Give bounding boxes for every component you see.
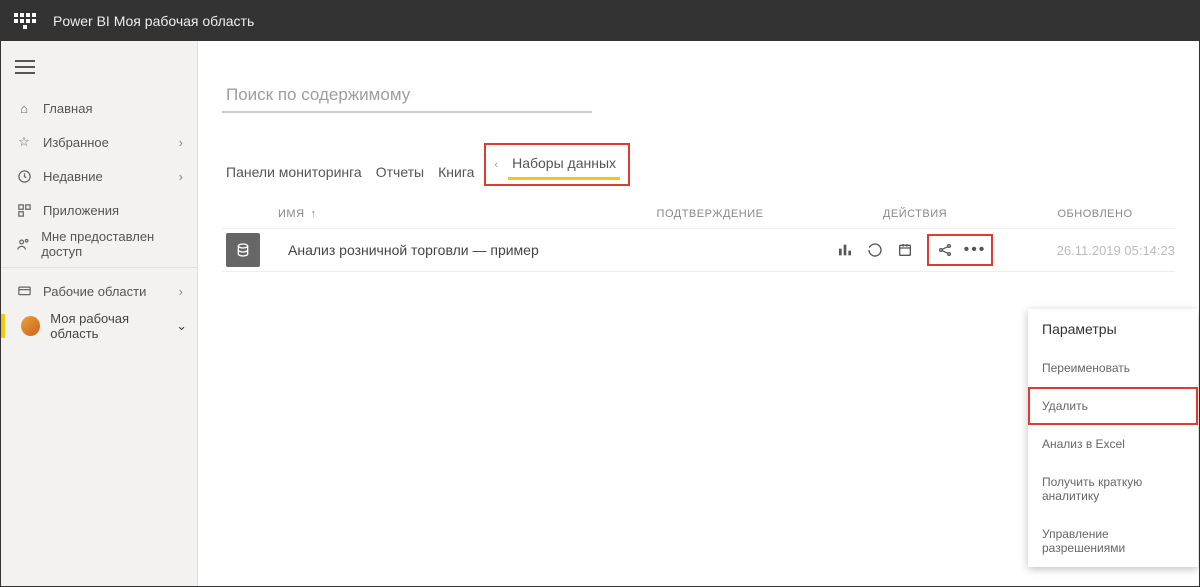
active-indicator (1, 314, 5, 338)
main-content: Панели мониторинга Отчеты Книга ‹ Наборы… (198, 41, 1199, 586)
tab-workbooks[interactable]: Книга (434, 158, 478, 186)
menu-rename[interactable]: Переименовать (1028, 349, 1198, 387)
menu-permissions[interactable]: Управление разрешениями (1028, 515, 1198, 567)
dataset-row[interactable]: Анализ розничной торговли — пример ••• (222, 228, 1175, 272)
chevron-right-icon: › (179, 284, 183, 299)
menu-delete[interactable]: Удалить (1028, 387, 1198, 425)
create-report-icon[interactable] (837, 242, 853, 258)
nav-label: Мне предоставлен доступ (41, 229, 183, 259)
menu-toggle-icon[interactable] (15, 49, 51, 85)
row-actions: ••• (815, 234, 1015, 266)
apps-icon (15, 201, 33, 219)
chevron-right-icon: › (179, 135, 183, 150)
nav-home[interactable]: ⌂ Главная (1, 91, 197, 125)
highlight-box: ••• (927, 234, 993, 266)
nav-label: Приложения (43, 203, 119, 218)
star-icon: ☆ (15, 133, 33, 151)
tab-dashboards[interactable]: Панели мониторинга (222, 158, 366, 186)
nav-recent[interactable]: Недавние › (1, 159, 197, 193)
nav-label: Главная (43, 101, 92, 116)
tab-datasets[interactable]: Наборы данных (508, 149, 620, 180)
dataset-icon (226, 233, 260, 267)
search-input[interactable] (222, 79, 592, 113)
app-launcher-icon[interactable] (13, 9, 37, 33)
highlight-box: ‹ Наборы данных (484, 143, 630, 186)
chevron-down-icon: ⌄ (176, 318, 187, 334)
nav-apps[interactable]: Приложения (1, 193, 197, 227)
dataset-name[interactable]: Анализ розничной торговли — пример (270, 242, 605, 258)
nav-label: Рабочие области (43, 284, 146, 299)
top-bar: Power BI Моя рабочая область (1, 1, 1199, 41)
home-icon: ⌂ (15, 99, 33, 117)
nav-label: Недавние (43, 169, 103, 184)
current-workspace[interactable]: Моя рабочая область ⌄ (1, 308, 197, 344)
column-actions: ДЕЙСТВИЯ (815, 208, 1015, 220)
updated-timestamp: 26.11.2019 05:14:23 (1015, 243, 1175, 258)
more-options-icon[interactable]: ••• (967, 242, 983, 258)
workspaces-icon (15, 282, 33, 300)
clock-icon (15, 167, 33, 185)
tab-reports[interactable]: Отчеты (372, 158, 428, 186)
shared-icon (15, 235, 31, 253)
related-icon[interactable] (937, 242, 953, 258)
separator (1, 267, 197, 268)
sidebar: ⌂ Главная ☆ Избранное › Недавние › Прило… (1, 41, 198, 586)
schedule-refresh-icon[interactable] (897, 242, 913, 258)
nav-workspaces[interactable]: Рабочие области › (1, 274, 197, 308)
menu-quick-insights[interactable]: Получить краткую аналитику (1028, 463, 1198, 515)
app-title: Power BI Моя рабочая область (53, 13, 254, 29)
nav-label: Избранное (43, 135, 109, 150)
menu-analyze-excel[interactable]: Анализ в Excel (1028, 425, 1198, 463)
nav-shared[interactable]: Мне предоставлен доступ (1, 227, 197, 261)
caret-left-icon: ‹ (494, 159, 498, 171)
nav-favorites[interactable]: ☆ Избранное › (1, 125, 197, 159)
content-tabs: Панели мониторинга Отчеты Книга ‹ Наборы… (222, 143, 1175, 186)
workspace-avatar-icon (21, 316, 40, 336)
workspace-label: Моя рабочая область (50, 311, 176, 341)
menu-title: Параметры (1028, 309, 1198, 349)
chevron-right-icon: › (179, 169, 183, 184)
column-endorsement: ПОДТВЕРЖДЕНИЕ (605, 208, 815, 220)
context-menu: Параметры Переименовать Удалить Анализ в… (1028, 309, 1198, 567)
sort-asc-icon: ↑ (311, 208, 317, 220)
refresh-icon[interactable] (867, 242, 883, 258)
column-updated: ОБНОВЛЕНО (1015, 208, 1175, 220)
column-name[interactable]: Имя ↑ (270, 208, 605, 220)
table-header: Имя ↑ ПОДТВЕРЖДЕНИЕ ДЕЙСТВИЯ ОБНОВЛЕНО (222, 208, 1175, 220)
